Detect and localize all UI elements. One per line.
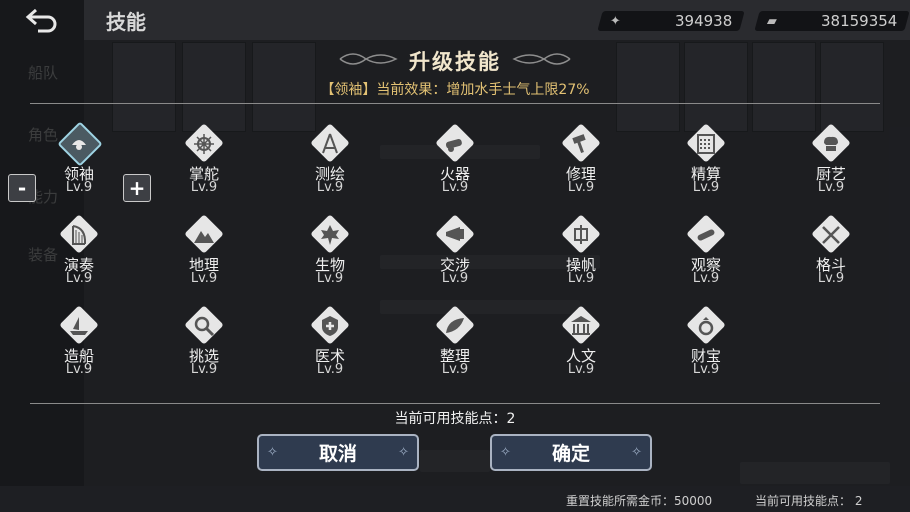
cannon-icon	[445, 138, 462, 152]
skill-item[interactable]: 演奏 Lv.9	[38, 214, 128, 306]
skill-item[interactable]: 测绘 Lv.9	[289, 123, 379, 215]
skill-level: Lv.9	[190, 362, 218, 377]
upgrade-skill-dialog: 升级技能 【领袖】当前效果：增加水手士气上限27% 领袖 Lv.9 掌舵 Lv.9 测绘…	[0, 40, 910, 486]
skill-item[interactable]: 格斗 Lv.9	[790, 214, 880, 306]
skill-item[interactable]: 操帆 Lv.9	[540, 214, 630, 306]
skill-points-text: 当前可用技能点：2	[394, 411, 516, 427]
page-title: 技能	[106, 10, 146, 34]
currency-coins-value: 38159354	[820, 12, 897, 30]
skill-level: Lv.9	[316, 180, 344, 195]
skill-level: Lv.9	[692, 362, 720, 377]
skill-level: Lv.9	[692, 180, 720, 195]
horn-icon	[446, 227, 464, 241]
skill-level: Lv.9	[441, 362, 469, 377]
skill-item[interactable]: 观察 Lv.9	[665, 214, 755, 306]
skill-item[interactable]: 领袖 Lv.9	[38, 121, 128, 215]
ship-icon	[70, 317, 88, 335]
top-bar: 技能 ✦ 394938 ▰ 38159354	[0, 0, 910, 40]
mountain-icon	[194, 231, 214, 243]
skill-item[interactable]: 挑选 Lv.9	[163, 305, 253, 397]
chef-hat-icon	[824, 136, 838, 151]
cancel-label: 取消	[318, 443, 357, 465]
skill-item[interactable]: 地理 Lv.9	[163, 214, 253, 306]
currency-gems-value: 394938	[674, 12, 732, 30]
back-arrow-icon	[25, 8, 57, 33]
skill-item[interactable]: 人文 Lv.9	[540, 305, 630, 397]
medical-cross-icon	[322, 316, 338, 336]
skill-item[interactable]: 造船 Lv.9	[38, 305, 128, 397]
skill-level: Lv.9	[441, 271, 469, 286]
skill-level: Lv.9	[692, 271, 720, 286]
confirm-label: 确定	[551, 443, 590, 465]
skill-level: Lv.9	[190, 271, 218, 286]
compass-icon	[322, 133, 338, 154]
abacus-icon	[697, 134, 715, 154]
skill-level: Lv.9	[567, 362, 595, 377]
sparkle-icon: ✧	[267, 445, 278, 460]
skill-item[interactable]: 整理 Lv.9	[414, 305, 504, 397]
sparkle-icon: ✧	[398, 445, 409, 460]
skill-level: Lv.9	[817, 271, 845, 286]
skill-level: Lv.9	[817, 180, 845, 195]
skill-item[interactable]: 厨艺 Lv.9	[790, 123, 880, 215]
background-footer: 重置技能所需金币：50000 当前可用技能点： 2	[0, 486, 910, 512]
back-button[interactable]	[0, 0, 84, 40]
current-effect-text: 【领袖】当前效果：增加水手士气上限27%	[320, 82, 590, 98]
skill-item[interactable]: 医术 Lv.9	[289, 305, 379, 397]
skill-level: Lv.9	[441, 180, 469, 195]
skill-level: Lv.9	[190, 180, 218, 195]
hammer-icon	[572, 134, 586, 153]
reset-cost-text: 重置技能所需金币：50000	[566, 494, 713, 508]
footer-points-text: 当前可用技能点： 2	[755, 494, 863, 508]
confirm-button[interactable]: ✧ 确定 ✧	[490, 434, 652, 471]
increase-button[interactable]: +	[123, 174, 151, 202]
leaf-icon	[321, 225, 339, 245]
skill-level: Lv.9	[65, 362, 93, 377]
decrease-button[interactable]: -	[8, 174, 36, 202]
skill-item[interactable]: 生物 Lv.9	[289, 214, 379, 306]
skill-level: Lv.9	[65, 180, 93, 195]
skill-level: Lv.9	[567, 180, 595, 195]
dialog-title: 升级技能	[409, 50, 501, 74]
sparkle-icon: ✧	[500, 445, 511, 460]
feather-icon	[446, 318, 464, 333]
skill-item[interactable]: 财宝 Lv.9	[665, 305, 755, 397]
sail-icon	[574, 225, 588, 244]
skill-item[interactable]: 修理 Lv.9	[540, 123, 630, 215]
crossed-swords-icon	[822, 226, 840, 244]
currency-gems: ✦ 394938	[597, 11, 745, 31]
skill-item[interactable]: 精算 Lv.9	[665, 123, 755, 215]
sparkle-icon: ✦	[609, 14, 621, 29]
skill-item[interactable]: 掌舵 Lv.9	[163, 123, 253, 215]
skill-level: Lv.9	[316, 271, 344, 286]
ship-wheel-icon	[194, 134, 214, 154]
cancel-button[interactable]: ✧ 取消 ✧	[257, 434, 419, 471]
coin-icon: ▰	[766, 14, 777, 29]
skill-level: Lv.9	[567, 271, 595, 286]
ring-icon	[698, 317, 714, 336]
temple-icon	[571, 316, 591, 335]
sparkle-icon: ✧	[631, 445, 642, 460]
skill-level: Lv.9	[65, 271, 93, 286]
title-ornament-right-icon	[512, 53, 571, 65]
telescope-icon	[697, 229, 715, 241]
skill-item[interactable]: 交涉 Lv.9	[414, 214, 504, 306]
skill-item[interactable]: 火器 Lv.9	[414, 123, 504, 215]
magnifier-icon	[194, 316, 215, 337]
divider	[30, 403, 880, 404]
divider	[30, 103, 880, 104]
captain-hat-icon	[72, 140, 86, 150]
skill-level: Lv.9	[316, 362, 344, 377]
currency-coins: ▰ 38159354	[754, 11, 910, 31]
harp-icon	[72, 225, 87, 245]
